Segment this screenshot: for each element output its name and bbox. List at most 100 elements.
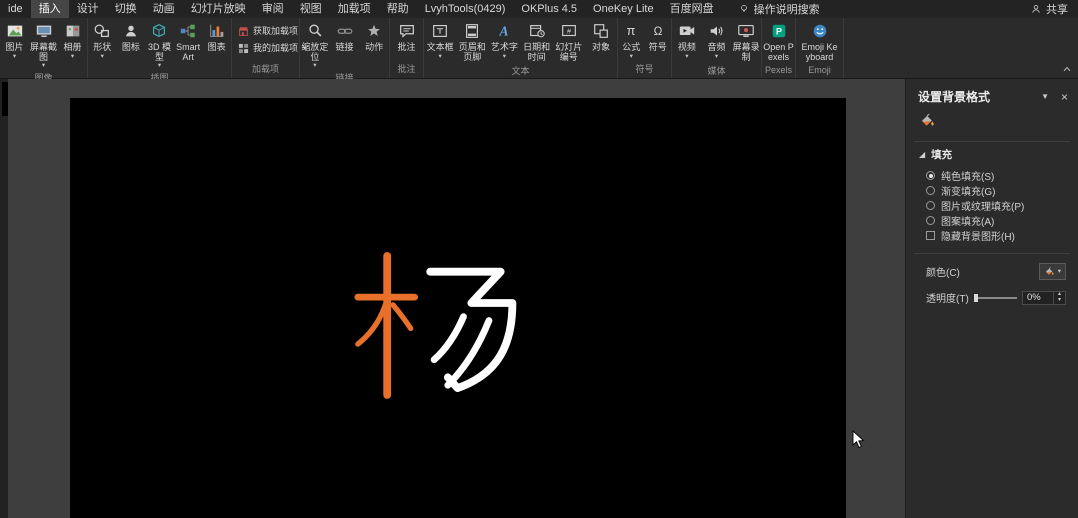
transparency-slider[interactable] [973, 293, 1017, 303]
album-icon [63, 22, 83, 40]
tab-8[interactable]: 加载项 [330, 0, 379, 18]
tab-3[interactable]: 切换 [107, 0, 145, 18]
tab-13[interactable]: 百度网盘 [662, 0, 722, 18]
tab-11[interactable]: OKPlus 4.5 [513, 0, 585, 18]
fill-option-4[interactable]: 隐藏背景图形(H) [906, 228, 1078, 243]
checkbox-control[interactable] [926, 231, 935, 240]
tab-10[interactable]: LvyhTools(0429) [417, 0, 514, 18]
ribbon-button-record[interactable]: 屏幕录制 [731, 20, 761, 62]
slide-thumbnail-pane[interactable] [0, 79, 8, 518]
slide-canvas[interactable] [8, 79, 905, 518]
main-area: 设置背景格式 ▼ × ◢ 填充 纯色填充(S) 渐变填充(G) 图片或纹理填充(P)… [0, 79, 1078, 518]
tab-6[interactable]: 审阅 [254, 0, 292, 18]
ribbon-button-label: 艺术字 [490, 42, 518, 52]
ribbon-button-label: 幻灯片编号 [555, 42, 583, 62]
ribbon-button-label: 页眉和页脚 [458, 42, 486, 62]
link-icon [335, 22, 355, 40]
tab-7[interactable]: 视图 [292, 0, 330, 18]
ribbon-tab-bar: ide 插入 设计 切换 动画 幻灯片放映 审阅 视图 加载项 帮助 LvyhTools(0429)… [0, 0, 1078, 18]
tab-9[interactable]: 帮助 [379, 0, 417, 18]
ribbon-button-screenshot[interactable]: 屏幕截图 ▾ [29, 20, 58, 69]
transparency-value[interactable]: 0% [1023, 292, 1053, 304]
ribbon-button-label: 动作 [365, 42, 384, 52]
collapse-ribbon-button[interactable] [1059, 62, 1075, 75]
tab-2[interactable]: 设计 [69, 0, 107, 18]
tab-12[interactable]: OneKey Lite [585, 0, 662, 18]
dropdown-caret: ▾ [629, 52, 633, 60]
fill-option-label: 图片或纹理填充(P) [941, 202, 1025, 213]
tab-1[interactable]: 插入 [30, 0, 69, 18]
fill-option-3[interactable]: 图案填充(A) [906, 213, 1078, 228]
ribbon-button-audio[interactable]: 音频 ▾ [702, 20, 732, 60]
ribbon-button-zoom[interactable]: 缩放定位 ▾ [300, 20, 330, 69]
ribbon-button-grid[interactable]: 我的加载项 ▾ [237, 42, 306, 55]
ribbon-group-label: 批注 [397, 64, 416, 74]
fill-option-0[interactable]: 纯色填充(S) [906, 168, 1078, 183]
record-icon [736, 22, 756, 40]
ribbon: 图片 ▾ 屏幕截图 ▾ 相册 ▾ 图像 形状 ▾ 图标 3D 模型 ▾ SmartArt 图表 插图 获取加载… [0, 18, 1078, 83]
ribbon-button-emoji[interactable]: Emoji Keyboard [796, 20, 843, 62]
ribbon-button-label: 视频 [677, 42, 696, 52]
fill-option-2[interactable]: 图片或纹理填充(P) [906, 198, 1078, 213]
ribbon-button-album[interactable]: 相册 ▾ [58, 20, 87, 60]
panel-divider [914, 253, 1070, 254]
ribbon-button-label: 图片 [5, 42, 24, 52]
tab-5[interactable]: 幻灯片放映 [183, 0, 254, 18]
fill-tab[interactable] [906, 107, 1078, 139]
ribbon-group-8: Open Pexels Pexels [762, 18, 796, 78]
ribbon-button-icons[interactable]: 图标 [117, 20, 146, 53]
slide[interactable] [70, 98, 846, 518]
ribbon-button-headerfooter[interactable]: 页眉和页脚 [456, 20, 488, 62]
ribbon-groups: 图片 ▾ 屏幕截图 ▾ 相册 ▾ 图像 形状 ▾ 图标 3D 模型 ▾ SmartArt 图表 插图 获取加载… [0, 18, 844, 83]
ribbon-button-datetime[interactable]: 日期和时间 [521, 20, 553, 62]
ribbon-button-slidenumber[interactable]: 幻灯片编号 [553, 20, 585, 62]
ribbon-group-7: 视频 ▾ 音频 ▾ 屏幕录制 媒体 [672, 18, 762, 78]
ribbon-button-textbox[interactable]: 文本框 ▾ [424, 20, 456, 60]
transparency-label: 透明度(T) [926, 294, 969, 305]
slider-handle[interactable] [973, 293, 978, 302]
ribbon-button-symbol[interactable]: 符号 [645, 20, 672, 53]
close-icon[interactable]: × [1061, 90, 1068, 104]
radio-control[interactable] [926, 201, 935, 210]
radio-control[interactable] [926, 171, 935, 180]
ribbon-button-store[interactable]: 获取加载项 [237, 25, 298, 38]
ribbon-button-shapes[interactable]: 形状 ▾ [88, 20, 117, 60]
object-icon [591, 22, 611, 40]
ribbon-button-picture[interactable]: 图片 ▾ [0, 20, 29, 60]
dropdown-caret: ▾ [438, 52, 442, 60]
share-button[interactable]: 共享 [1030, 1, 1068, 17]
ribbon-button-chart[interactable]: 图表 [202, 20, 231, 53]
background-color-picker-button[interactable]: ▾ [1038, 263, 1066, 280]
pexels-icon [769, 22, 789, 40]
ribbon-group-3: 缩放定位 ▾ 链接 动作 链接 [300, 18, 390, 83]
spinner-down-button[interactable]: ▾ [1054, 297, 1065, 304]
ribbon-button-object[interactable]: 对象 [585, 20, 617, 53]
ribbon-button-label: 3D 模型 [147, 42, 171, 62]
ribbon-button-link[interactable]: 链接 [330, 20, 360, 53]
ribbon-group-4: 批注 批注 [390, 18, 424, 78]
zoom-icon [305, 22, 325, 40]
fill-section-header[interactable]: ◢ 填充 [906, 147, 1078, 162]
ribbon-button-wordart[interactable]: 艺术字 ▾ [488, 20, 520, 60]
ribbon-button-model3d[interactable]: 3D 模型 ▾ [145, 20, 174, 69]
ribbon-button-video[interactable]: 视频 ▾ [672, 20, 702, 60]
transparency-value-spinner[interactable]: 0% ▴ ▾ [1022, 290, 1066, 305]
ribbon-group-label: 文本 [511, 66, 530, 76]
picture-icon [5, 22, 25, 40]
ribbon-button-pexels[interactable]: Open Pexels [762, 20, 795, 62]
chevron-down-icon[interactable]: ▼ [1041, 92, 1049, 101]
tab-0[interactable]: ide [0, 0, 31, 18]
ribbon-button-action[interactable]: 动作 [359, 20, 389, 53]
fill-option-1[interactable]: 渐变填充(G) [906, 183, 1078, 198]
ribbon-button-equation[interactable]: 公式 ▾ [618, 20, 645, 60]
tell-me-search[interactable]: 操作说明搜索 [738, 1, 820, 17]
radio-control[interactable] [926, 216, 935, 225]
datetime-icon [527, 22, 547, 40]
ribbon-button-comment[interactable]: 批注 [390, 20, 423, 53]
ribbon-button-smartart[interactable]: SmartArt [174, 20, 203, 62]
tab-4[interactable]: 动画 [145, 0, 183, 18]
dropdown-caret: ▾ [1057, 268, 1061, 275]
ribbon-tabs: ide 插入 设计 切换 动画 幻灯片放映 审阅 视图 加载项 帮助 LvyhTools(0429)… [0, 0, 722, 18]
radio-control[interactable] [926, 186, 935, 195]
ribbon-button-label: 批注 [397, 42, 416, 52]
